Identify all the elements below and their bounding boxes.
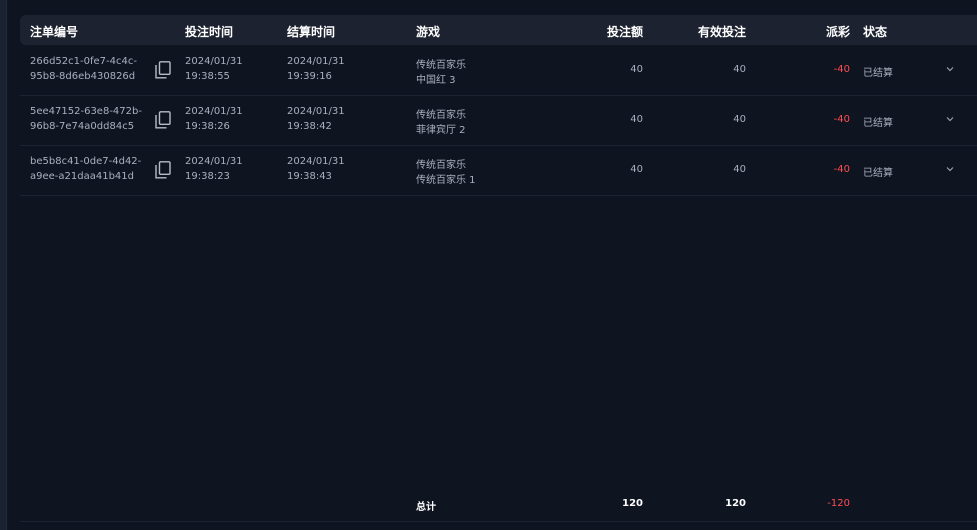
total-valid-bet: 120 <box>725 498 746 509</box>
payout: -40 <box>833 164 850 175</box>
bet-date: 2024/01/31 <box>185 56 243 67</box>
settle-date: 2024/01/31 <box>287 56 345 67</box>
bet-amount: 40 <box>630 114 643 125</box>
total-bet-amount: 120 <box>622 498 643 509</box>
valid-bet: 40 <box>733 114 746 125</box>
valid-bet: 40 <box>733 64 746 75</box>
chevron-down-icon[interactable] <box>945 114 955 124</box>
chevron-down-icon[interactable] <box>945 64 955 74</box>
copy-icon[interactable] <box>155 161 171 179</box>
col-game: 游戏 <box>416 25 441 39</box>
order-id-line2: 96b8-7e74a0dd84c5 <box>30 121 135 132</box>
bet-amount: 40 <box>630 164 643 175</box>
game-type: 传统百家乐 <box>416 160 466 171</box>
table-row[interactable]: 266d52c1-0fe7-4c4c- 95b8-8d6eb430826d 20… <box>20 45 977 96</box>
copy-icon[interactable] <box>155 61 171 79</box>
order-id-line1: 266d52c1-0fe7-4c4c- <box>30 56 137 67</box>
order-id-line1: be5b8c41-0de7-4d42- <box>30 156 142 167</box>
settle-clock: 19:39:16 <box>287 71 332 82</box>
game-type: 传统百家乐 <box>416 110 466 121</box>
order-id-line2: 95b8-8d6eb430826d <box>30 71 136 82</box>
settle-date: 2024/01/31 <box>287 156 345 167</box>
bet-date: 2024/01/31 <box>185 156 243 167</box>
col-payout: 派彩 <box>825 25 850 39</box>
table-row[interactable]: be5b8c41-0de7-4d42- a9ee-a21daa41b41d 20… <box>20 145 977 196</box>
col-settle-time: 结算时间 <box>287 25 336 39</box>
col-status: 状态 <box>863 25 888 39</box>
game-table: 中国红 3 <box>416 75 456 86</box>
col-valid-bet: 有效投注 <box>697 25 746 39</box>
bet-clock: 19:38:55 <box>185 71 230 82</box>
payout: -40 <box>833 64 850 75</box>
bet-history-table: 注单编号 投注时间 结算时间 游戏 投注额 有效投注 派彩 状态 266d52c… <box>20 15 977 530</box>
table-header: 注单编号 投注时间 结算时间 游戏 投注额 有效投注 派彩 状态 <box>20 15 977 45</box>
bet-date: 2024/01/31 <box>185 106 243 117</box>
total-payout: -120 <box>827 498 850 509</box>
game-table: 菲律宾厅 2 <box>416 125 466 136</box>
col-bet-amount: 投注额 <box>606 25 643 39</box>
col-bet-time: 投注时间 <box>185 25 234 39</box>
bet-clock: 19:38:26 <box>185 121 230 132</box>
totals-label: 总计 <box>416 502 436 513</box>
order-id-line2: a9ee-a21daa41b41d <box>30 171 135 182</box>
sidebar-edge <box>0 0 7 530</box>
chevron-down-icon[interactable] <box>945 164 955 174</box>
copy-icon[interactable] <box>155 111 171 129</box>
game-type: 传统百家乐 <box>416 60 466 71</box>
table-row[interactable]: 5ee47152-63e8-472b- 96b8-7e74a0dd84c5 20… <box>20 95 977 146</box>
bet-amount: 40 <box>630 64 643 75</box>
payout: -40 <box>833 114 850 125</box>
bet-clock: 19:38:23 <box>185 171 230 182</box>
status-text: 已结算 <box>863 168 893 179</box>
settle-clock: 19:38:42 <box>287 121 332 132</box>
status-text: 已结算 <box>863 118 893 129</box>
col-order-id: 注单编号 <box>30 25 79 39</box>
game-table: 传统百家乐 1 <box>416 175 476 186</box>
order-id-line1: 5ee47152-63e8-472b- <box>30 106 142 117</box>
totals-row: 总计 120 120 -120 <box>20 493 977 522</box>
settle-date: 2024/01/31 <box>287 106 345 117</box>
settle-clock: 19:38:43 <box>287 171 332 182</box>
valid-bet: 40 <box>733 164 746 175</box>
status-text: 已结算 <box>863 68 893 79</box>
